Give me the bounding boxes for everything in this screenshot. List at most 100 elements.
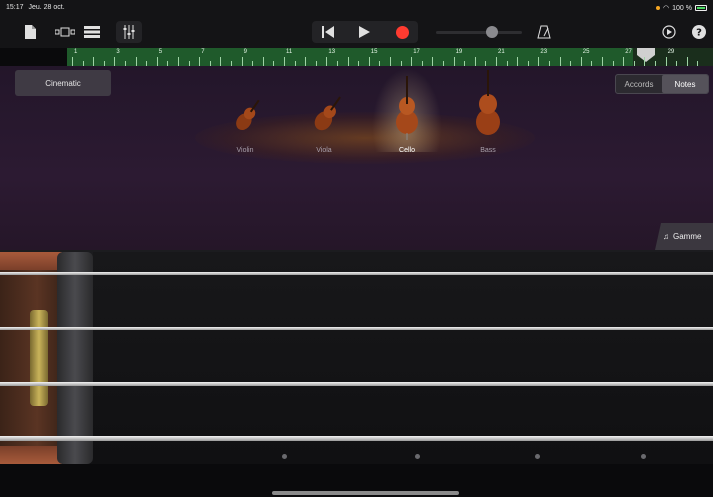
battery-icon [695,5,707,11]
ruler-bar-number: 13 [328,49,336,55]
ruler-bar-number: 3 [116,49,120,55]
string-2[interactable] [0,327,713,330]
svg-text:?: ? [696,28,702,39]
home-indicator[interactable] [272,491,459,495]
bass-label: Bass [480,147,496,154]
timeline-ruler[interactable]: 1 3 5 7 9 11 13 15 17 19 21 23 25 27 29 [67,48,713,66]
ruler-bar-number: 9 [243,49,247,55]
mixer-icon[interactable] [116,22,142,42]
ruler-bar-number: 21 [498,49,505,55]
ruler-tick [411,57,413,66]
instrument-body-bottom [0,446,62,464]
status-time-date: 15:17 Jeu. 28 oct. [6,4,65,11]
ruler-bar-number: 15 [370,49,378,55]
ruler-bar-number: 27 [625,49,632,55]
ruler-tick [241,57,243,66]
cello-icon [396,76,418,140]
privacy-dot-icon [656,6,661,10]
ruler-tick [262,57,264,66]
tracks-view-icon[interactable] [53,22,77,42]
volume-slider-thumb[interactable] [486,26,498,38]
wifi-icon: ◠ [663,5,670,12]
ruler-tick [199,57,201,66]
scale-tab[interactable]: ♫ Gamme [655,223,713,250]
ruler-tick [602,57,603,66]
ruler-tick [538,57,540,66]
fret-marker [415,454,420,459]
ruler-bar-number: 17 [413,49,420,55]
fret-marker [535,454,540,459]
ruler-tick [453,57,455,66]
ruler-tick [432,57,434,66]
ruler-tick [114,57,116,66]
status-indicators: ◠ 100 % [656,4,707,12]
ruler-tick [559,57,561,66]
string-4[interactable] [0,436,713,441]
document-icon[interactable] [22,22,38,42]
home-area [0,464,713,497]
status-time: 15:17 [6,4,24,11]
cello-label: Cello [399,147,415,154]
ruler-tick [135,57,137,66]
instrument-violin[interactable]: Violin [225,70,265,154]
fretboard[interactable] [0,250,713,464]
notes-tab[interactable]: Notes [662,75,708,93]
ruler-tick [623,57,625,66]
help-icon[interactable]: ? [690,22,708,42]
volume-slider[interactable] [436,31,522,34]
ruler-tick [644,57,646,66]
ruler-tick [686,57,688,66]
toolbar: ? [0,16,713,48]
playhead-icon[interactable] [637,48,655,62]
instrument-body-top [0,252,62,270]
violin-icon [236,99,260,131]
ruler-bar-number: 5 [158,49,163,55]
bass-icon [476,70,500,135]
ruler-tick [496,57,497,66]
ruler-tick [284,57,285,66]
instrument-bass[interactable]: Bass [467,70,509,154]
ruler-tick [326,57,328,66]
settings-icon[interactable] [660,22,678,42]
ruler-tick [390,57,391,66]
ruler-bar-number: 11 [286,49,293,55]
list-view-icon[interactable] [83,22,101,42]
viola-label: Viola [316,147,332,154]
play-icon[interactable] [354,22,374,42]
ruler-tick [517,57,519,66]
ruler-bar-number: 23 [540,49,548,55]
metronome-icon[interactable] [535,22,553,42]
view-toggle[interactable]: Accords Notes [615,74,709,94]
accords-tab[interactable]: Accords [616,75,662,93]
ruler-tick [156,57,158,66]
tailpiece [30,310,48,406]
violin-label: Violin [236,147,254,154]
string-1[interactable] [0,272,713,275]
ruler-tick [305,57,307,66]
fret-marker [282,454,287,459]
rewind-icon[interactable] [318,22,338,42]
record-icon[interactable] [392,22,412,42]
ruler-tick [93,57,95,66]
ruler-bar-number: 1 [74,49,78,55]
preset-button[interactable]: Cinematic [15,70,111,96]
ruler-tick [368,57,370,66]
battery-label: 100 % [672,4,692,12]
ruler-bar-number: 19 [455,49,463,55]
ruler-tick [474,57,476,66]
string-3[interactable] [0,382,713,386]
ruler-tick [220,57,222,66]
instrument-viola[interactable]: Viola [304,70,344,154]
fingerboard-neck[interactable] [93,252,713,464]
ruler-bar-number: 29 [667,49,675,55]
ruler-bar-number: 7 [201,49,205,55]
status-date: Jeu. 28 oct. [28,4,65,11]
ruler-bar-number: 25 [582,49,590,55]
ruler-tick [347,57,349,66]
instrument-cello[interactable]: Cello [386,70,428,154]
ruler-tick [72,57,73,66]
nut [57,252,93,464]
music-notes-icon: ♫ [663,232,669,241]
scale-tab-label: Gamme [673,232,702,241]
viola-icon [314,96,341,131]
